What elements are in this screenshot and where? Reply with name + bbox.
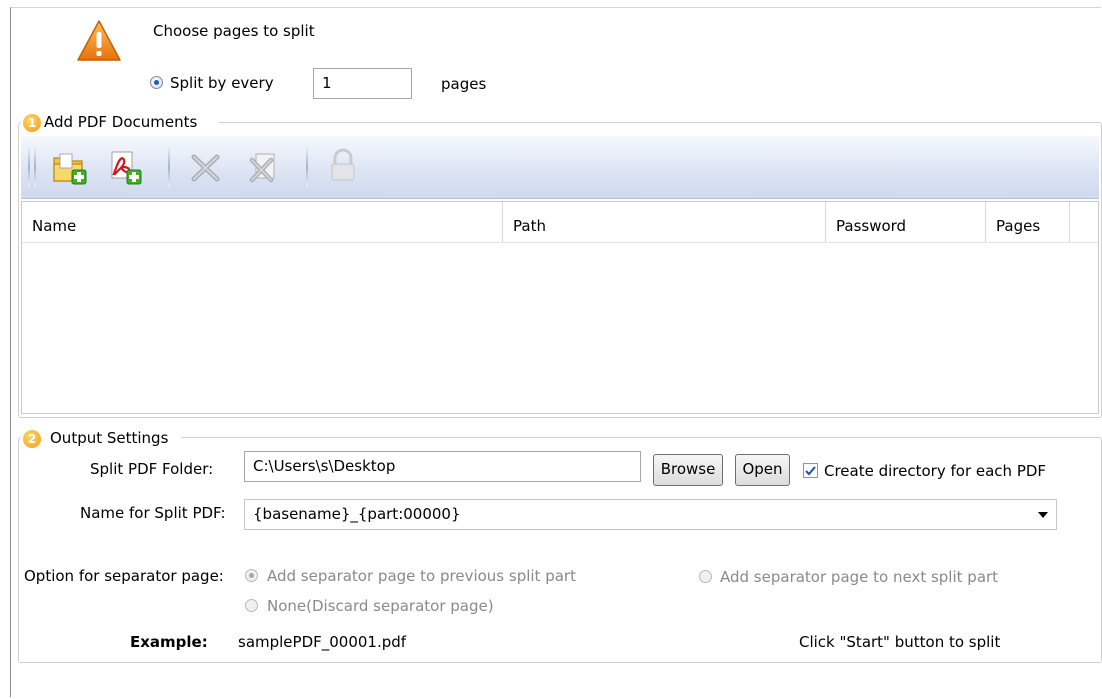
split-hint: Click "Start" button to split — [799, 633, 1001, 651]
page-title: Choose pages to split — [153, 22, 315, 40]
chevron-down-icon[interactable] — [1038, 512, 1048, 518]
browse-button[interactable]: Browse — [653, 454, 723, 486]
separator-previous-radio[interactable] — [245, 569, 258, 582]
example-label: Example: — [130, 633, 208, 651]
toolbar-separator — [168, 147, 170, 187]
column-name[interactable]: Name — [22, 202, 503, 242]
documents-toolbar — [21, 136, 1099, 199]
split-unit-label: pages — [441, 75, 487, 93]
add-folder-icon[interactable] — [50, 148, 90, 188]
example-value: samplePDF_00001.pdf — [238, 633, 407, 651]
lock-icon[interactable] — [323, 146, 363, 186]
separator-option-label: Option for separator page: — [24, 567, 224, 585]
separator-none-label: None(Discard separator page) — [267, 597, 494, 615]
column-pages[interactable]: Pages — [986, 202, 1070, 242]
add-documents-title: Add PDF Documents — [44, 113, 198, 131]
add-pdf-icon[interactable] — [105, 148, 145, 188]
create-directory-label: Create directory for each PDF — [824, 462, 1047, 480]
checkmark-icon — [805, 466, 816, 476]
split-name-label: Name for Split PDF: — [80, 504, 226, 522]
create-directory-checkbox[interactable] — [803, 463, 818, 478]
split-name-value: {basename}_{part:00000} — [253, 505, 461, 523]
remove-icon[interactable] — [186, 148, 226, 188]
split-by-every-radio[interactable] — [150, 76, 163, 89]
documents-list[interactable]: Name Path Password Pages — [21, 201, 1099, 414]
step-2-badge: 2 — [23, 430, 41, 448]
split-name-combo[interactable]: {basename}_{part:00000} — [244, 499, 1057, 530]
separator-next-label: Add separator page to next split part — [720, 568, 999, 586]
split-pages-input[interactable]: 1 — [313, 68, 412, 99]
split-folder-label: Split PDF Folder: — [90, 460, 214, 478]
toolbar-grip — [28, 147, 30, 187]
output-settings-title: Output Settings — [50, 429, 169, 447]
separator-previous-label: Add separator page to previous split par… — [267, 567, 576, 585]
separator-none-radio[interactable] — [245, 599, 258, 612]
split-folder-input[interactable]: C:\Users\s\Desktop — [244, 451, 641, 482]
warning-icon — [77, 20, 121, 61]
open-button[interactable]: Open — [735, 454, 790, 486]
step-1-badge: 1 — [23, 114, 41, 132]
separator-next-radio[interactable] — [699, 570, 712, 583]
remove-all-icon[interactable] — [243, 148, 283, 188]
column-path[interactable]: Path — [503, 202, 826, 242]
split-by-every-label: Split by every — [170, 74, 274, 92]
column-password[interactable]: Password — [826, 202, 986, 242]
